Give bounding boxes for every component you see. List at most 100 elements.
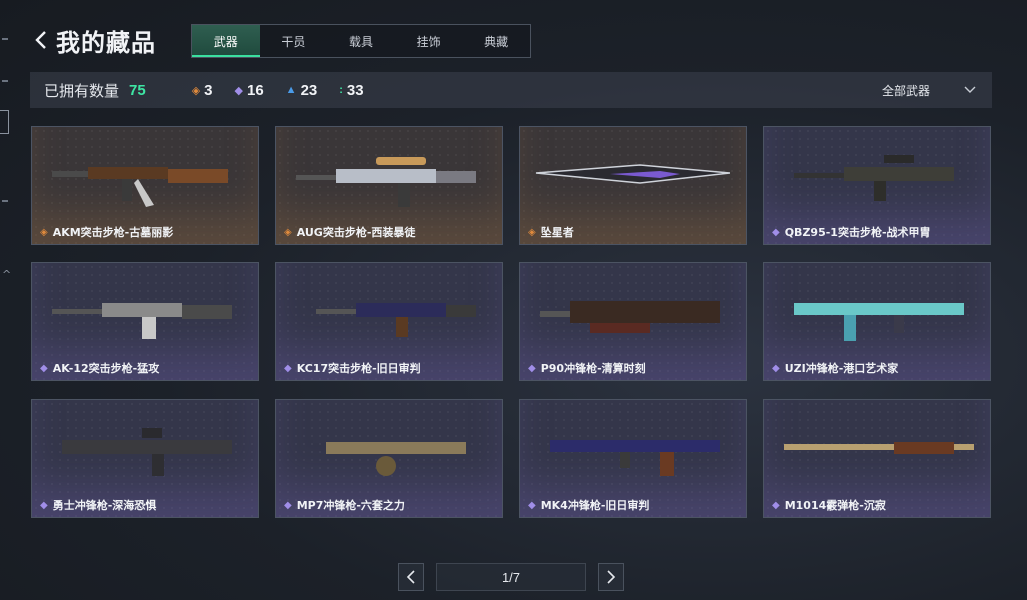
- page-indicator: 1/7: [436, 563, 586, 591]
- weapon-card[interactable]: ◈ AKM突击步枪-古墓丽影: [31, 126, 259, 245]
- smg-image: [540, 301, 720, 333]
- smg-image: [326, 442, 466, 476]
- purple-diamond-icon: ◆: [284, 362, 292, 374]
- page-title: 我的藏品: [56, 28, 156, 57]
- blue-rarity-stat: ▲ 23: [286, 82, 318, 99]
- weapon-card[interactable]: ◆ P90冲锋枪-清算时刻: [519, 262, 747, 381]
- card-name-row: ◆ M1014霰弹枪-沉寂: [772, 497, 886, 513]
- purple-diamond-icon: ◆: [528, 362, 536, 374]
- header: 我的藏品: [30, 20, 156, 60]
- purple-diamond-icon: ◆: [772, 499, 780, 511]
- weapon-card[interactable]: ◆ MK4冲锋枪-旧日审判: [519, 399, 747, 518]
- back-button[interactable]: [30, 29, 52, 51]
- card-name-row: ◆ UZI冲锋枪-港口艺术家: [772, 360, 898, 376]
- card-name-row: ◆ MP7冲锋枪-六套之力: [284, 497, 405, 513]
- weapon-name: 勇士冲锋枪-深海恐惧: [52, 499, 157, 512]
- smg-image: [794, 303, 964, 341]
- side-mark: [2, 200, 8, 202]
- weapon-name: M1014霰弹枪-沉寂: [784, 499, 886, 512]
- gold-diamond-icon: ◈: [191, 84, 201, 97]
- rifle-image: [316, 303, 476, 337]
- card-name-row: ◆ KC17突击步枪-旧日审判: [284, 360, 421, 376]
- weapon-name: MP7冲锋枪-六套之力: [296, 499, 405, 512]
- rifle-image: [52, 303, 232, 339]
- gold-diamond-icon: ◈: [284, 226, 292, 238]
- tab-charms[interactable]: 挂饰: [395, 25, 463, 57]
- card-name-row: ◈ 坠星者: [528, 224, 574, 240]
- tab-vehicles[interactable]: 载具: [327, 25, 395, 57]
- chevron-right-icon: [607, 570, 616, 584]
- green-rarity-stat: : 33: [339, 82, 363, 99]
- side-edge: ^: [0, 0, 14, 600]
- card-name-row: ◆ 勇士冲锋枪-深海恐惧: [40, 497, 156, 513]
- weapon-name: KC17突击步枪-旧日审判: [296, 362, 421, 375]
- weapon-card[interactable]: ◆ UZI冲锋枪-港口艺术家: [763, 262, 991, 381]
- card-name-row: ◈ AKM突击步枪-古墓丽影: [40, 224, 173, 240]
- rifle-image: [52, 167, 228, 207]
- purple-diamond-icon: ◆: [234, 84, 243, 97]
- stats-bar: 已拥有数量 75 ◈ 3 ◆ 16 ▲ 23 : 33 全部武器: [30, 72, 992, 108]
- weapon-name: AK-12突击步枪-猛攻: [52, 362, 160, 375]
- purple-diamond-icon: ◆: [40, 499, 48, 511]
- side-bracket: [0, 110, 9, 134]
- category-tabs: 武器 干员 载具 挂饰 典藏: [191, 24, 531, 58]
- card-name-row: ◆ QBZ95-1突击步枪-战术甲胄: [772, 224, 931, 240]
- rifle-image: [296, 157, 476, 207]
- blade-image: [535, 164, 730, 184]
- owned-label: 已拥有数量: [44, 81, 120, 100]
- owned-count: 75: [129, 81, 146, 99]
- next-page-button[interactable]: [598, 563, 624, 591]
- chevron-down-icon: [964, 86, 976, 93]
- weapon-card[interactable]: ◆ 勇士冲锋枪-深海恐惧: [31, 399, 259, 518]
- tab-operators[interactable]: 干员: [260, 25, 328, 57]
- weapon-card[interactable]: ◆ M1014霰弹枪-沉寂: [763, 399, 991, 518]
- side-mark: [2, 80, 8, 82]
- prev-page-button[interactable]: [398, 563, 424, 591]
- smg-image: [62, 428, 232, 476]
- side-mark: [2, 38, 8, 40]
- green-dots-icon: :: [339, 84, 343, 96]
- weapon-name: 坠星者: [540, 226, 574, 239]
- blue-count: 23: [300, 81, 318, 99]
- card-name-row: ◆ P90冲锋枪-清算时刻: [528, 360, 646, 376]
- tab-weapons[interactable]: 武器: [192, 25, 260, 57]
- weapon-name: QBZ95-1突击步枪-战术甲胄: [784, 226, 931, 239]
- gold-diamond-icon: ◈: [40, 226, 48, 238]
- chevron-left-icon: [406, 570, 415, 584]
- purple-diamond-icon: ◆: [284, 499, 292, 511]
- purple-count: 16: [246, 81, 264, 99]
- gold-rarity-stat: ◈ 3: [192, 82, 213, 99]
- weapon-grid: ◈ AKM突击步枪-古墓丽影 ◈ AUG突击步枪-西装暴徒 ◈ 坠星者 ◆ QB…: [31, 126, 992, 518]
- weapon-name: AUG突击步枪-西装暴徒: [296, 226, 416, 239]
- rifle-image: [794, 155, 954, 201]
- purple-diamond-icon: ◆: [772, 226, 780, 238]
- smg-image: [550, 440, 720, 476]
- weapon-card[interactable]: ◆ AK-12突击步枪-猛攻: [31, 262, 259, 381]
- weapon-name: P90冲锋枪-清算时刻: [540, 362, 646, 375]
- weapon-card[interactable]: ◆ MP7冲锋枪-六套之力: [275, 399, 503, 518]
- weapon-card[interactable]: ◆ QBZ95-1突击步枪-战术甲胄: [763, 126, 991, 245]
- gold-count: 3: [204, 81, 213, 99]
- purple-diamond-icon: ◆: [528, 499, 536, 511]
- weapon-name: UZI冲锋枪-港口艺术家: [784, 362, 899, 375]
- blue-cluster-icon: ▲: [285, 84, 297, 96]
- card-name-row: ◈ AUG突击步枪-西装暴徒: [284, 224, 415, 240]
- pagination: 1/7: [398, 563, 624, 591]
- collapse-caret-icon[interactable]: ^: [2, 268, 11, 281]
- weapon-filter-dropdown[interactable]: 全部武器: [882, 72, 976, 108]
- weapon-name: MK4冲锋枪-旧日审判: [540, 499, 650, 512]
- green-count: 33: [346, 81, 364, 99]
- purple-diamond-icon: ◆: [772, 362, 780, 374]
- weapon-card[interactable]: ◈ 坠星者: [519, 126, 747, 245]
- tab-collection[interactable]: 典藏: [462, 25, 530, 57]
- weapon-name: AKM突击步枪-古墓丽影: [52, 226, 174, 239]
- card-name-row: ◆ AK-12突击步枪-猛攻: [40, 360, 159, 376]
- card-name-row: ◆ MK4冲锋枪-旧日审判: [528, 497, 649, 513]
- filter-label: 全部武器: [881, 83, 930, 98]
- weapon-card[interactable]: ◆ KC17突击步枪-旧日审判: [275, 262, 503, 381]
- gold-diamond-icon: ◈: [528, 226, 536, 238]
- shotgun-image: [784, 442, 974, 454]
- purple-diamond-icon: ◆: [40, 362, 48, 374]
- chevron-left-icon: [35, 31, 46, 49]
- weapon-card[interactable]: ◈ AUG突击步枪-西装暴徒: [275, 126, 503, 245]
